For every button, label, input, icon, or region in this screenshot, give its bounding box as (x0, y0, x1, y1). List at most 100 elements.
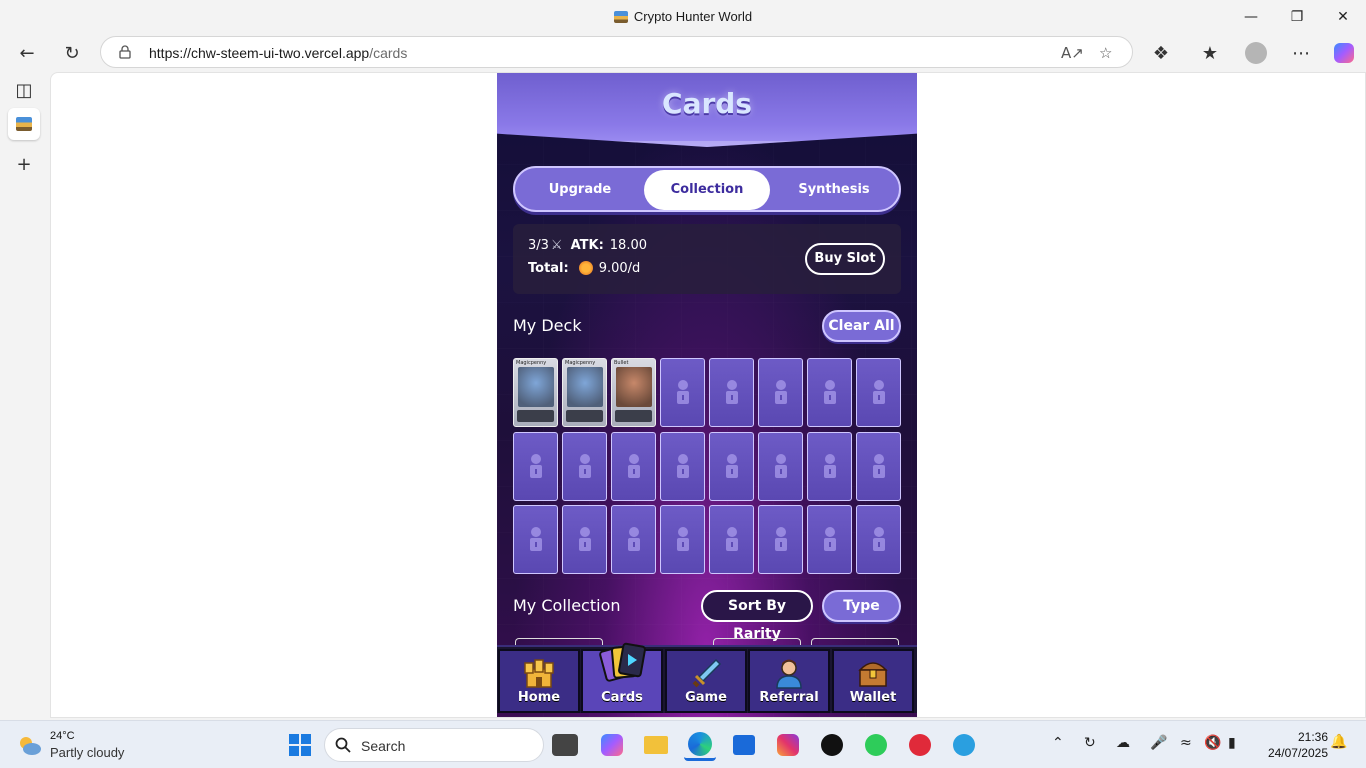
sync-icon[interactable]: ↻ (1084, 735, 1096, 751)
locked-deck-slot[interactable] (856, 431, 901, 501)
copilot-icon[interactable] (1327, 36, 1361, 70)
locked-deck-slot[interactable] (513, 505, 558, 574)
refresh-button[interactable]: ↻ (55, 36, 89, 70)
favorite-star-icon[interactable]: ☆ (1099, 44, 1112, 62)
person-icon (776, 659, 802, 689)
locked-deck-slot[interactable] (611, 505, 656, 574)
battery-icon[interactable]: ▮ (1228, 735, 1236, 751)
search-icon (335, 737, 351, 753)
back-button[interactable]: ← (10, 36, 44, 70)
locked-deck-slot[interactable] (660, 431, 705, 501)
favorites-icon[interactable]: ★ (1193, 36, 1227, 70)
padlock-icon (873, 380, 885, 404)
whatsapp-icon[interactable] (860, 729, 892, 761)
address-bar[interactable]: https://chw-steem-ui-two.vercel.app/card… (100, 36, 1133, 68)
padlock-icon (775, 453, 787, 478)
deck-card[interactable]: Magicpenny (513, 358, 558, 427)
profile-avatar[interactable] (1239, 36, 1273, 70)
locked-deck-slot[interactable] (856, 505, 901, 574)
my-collection-title: My Collection (513, 596, 621, 615)
tab-upgrade[interactable]: Upgrade (517, 170, 643, 210)
wifi-icon[interactable]: ≈ (1180, 735, 1192, 751)
padlock-icon (726, 380, 738, 404)
tab-collection[interactable]: Collection (644, 170, 770, 210)
chest-icon (858, 662, 888, 687)
edge-browser-icon[interactable] (684, 729, 716, 761)
nav-referral-label: Referral (759, 690, 819, 705)
store-icon[interactable] (728, 729, 760, 761)
buy-slot-button[interactable]: Buy Slot (805, 243, 885, 275)
new-tab-icon[interactable]: + (8, 148, 40, 180)
locked-deck-slot[interactable] (807, 431, 852, 501)
locked-deck-slot[interactable] (709, 358, 754, 427)
card-stats-strip (517, 410, 554, 422)
tab-switcher: Upgrade Collection Synthesis (513, 166, 901, 212)
locked-deck-slot[interactable] (709, 431, 754, 501)
microphone-icon[interactable]: 🎤 (1150, 735, 1167, 751)
locked-deck-slot[interactable] (807, 358, 852, 427)
locked-deck-slot[interactable] (758, 358, 803, 427)
tab-actions-icon[interactable]: ◫ (8, 74, 40, 106)
locked-deck-slot[interactable] (758, 431, 803, 501)
locked-deck-slot[interactable] (807, 505, 852, 574)
tray-overflow-icon[interactable]: ⌃ (1052, 735, 1064, 751)
restore-button[interactable]: ❐ (1274, 0, 1320, 34)
minimize-button[interactable]: — (1228, 0, 1274, 34)
instagram-icon[interactable] (772, 729, 804, 761)
card-art-image (518, 367, 554, 407)
locked-deck-slot[interactable] (513, 431, 558, 501)
nav-game-label: Game (685, 690, 727, 705)
tiktok-icon[interactable] (816, 729, 848, 761)
deck-card[interactable]: Bullet (611, 358, 656, 427)
padlock-icon (628, 453, 640, 478)
weather-widget[interactable]: 24°C Partly cloudy (14, 729, 144, 761)
locked-deck-slot[interactable] (562, 431, 607, 501)
tab-crypto-hunter[interactable] (8, 108, 40, 140)
locked-deck-slot[interactable] (562, 505, 607, 574)
pinterest-icon[interactable] (904, 729, 936, 761)
notifications-bell-icon[interactable]: 🔔 (1330, 734, 1347, 750)
deck-card[interactable]: Magicpenny (562, 358, 607, 427)
copilot-taskbar-icon[interactable] (596, 729, 628, 761)
page-viewport: Cards Upgrade Collection Synthesis 3/3 ⚔ A… (50, 72, 1366, 718)
deck-card-name: Magicpenny (516, 360, 547, 366)
locked-deck-slot[interactable] (709, 505, 754, 574)
nav-cards[interactable]: Cards (581, 642, 663, 713)
close-button[interactable]: ✕ (1320, 0, 1366, 34)
onedrive-icon[interactable]: ☁ (1116, 735, 1130, 751)
telegram-icon[interactable] (948, 729, 980, 761)
nav-referral[interactable]: Referral (748, 649, 830, 713)
nav-home[interactable]: Home (498, 649, 580, 713)
padlock-icon (530, 453, 542, 478)
nav-game[interactable]: Game (665, 649, 747, 713)
clear-all-button[interactable]: Clear All (822, 310, 901, 342)
tab-synthesis[interactable]: Synthesis (771, 170, 897, 210)
card-stats-strip (566, 410, 603, 422)
deck-card-name: Bullet (614, 360, 629, 366)
task-view-icon[interactable] (552, 734, 578, 756)
extensions-icon[interactable]: ❖ (1144, 36, 1178, 70)
read-aloud-icon[interactable]: A↗ (1061, 44, 1084, 62)
locked-deck-slot[interactable] (660, 358, 705, 427)
nav-wallet[interactable]: Wallet (832, 649, 914, 713)
volume-muted-icon[interactable]: 🔇 (1204, 735, 1221, 751)
more-menu-icon[interactable]: ⋯ (1284, 36, 1318, 70)
locked-deck-slot[interactable] (660, 505, 705, 574)
padlock-icon (628, 527, 640, 551)
url-text: https://chw-steem-ui-two.vercel.app/card… (149, 45, 407, 61)
taskbar-search[interactable]: Search (324, 728, 544, 762)
locked-deck-slot[interactable] (758, 505, 803, 574)
padlock-icon (775, 380, 787, 404)
padlock-icon (726, 527, 738, 551)
padlock-icon (677, 380, 689, 404)
locked-deck-slot[interactable] (856, 358, 901, 427)
file-explorer-icon[interactable] (640, 729, 672, 761)
taskbar-clock[interactable]: 21:36 24/07/2025 (1254, 729, 1328, 761)
sort-by-rarity-button[interactable]: Sort By Rarity (701, 590, 813, 642)
card-art-image (616, 367, 652, 407)
start-button[interactable] (284, 729, 316, 761)
type-filter-button[interactable]: Type (822, 590, 901, 622)
padlock-icon (579, 453, 591, 478)
locked-deck-slot[interactable] (611, 431, 656, 501)
sword-icon (692, 658, 722, 688)
